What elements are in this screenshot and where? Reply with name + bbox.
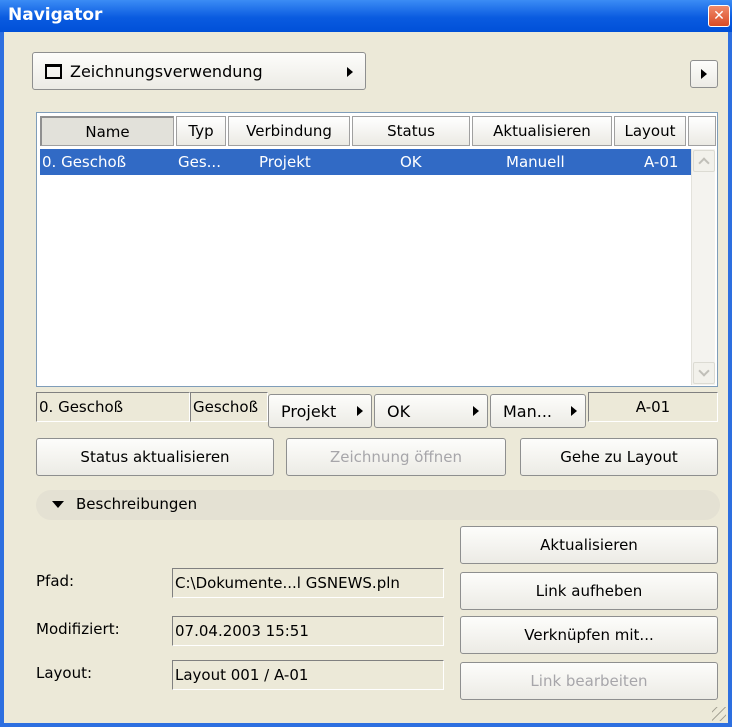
link-with-button[interactable]: Verknüpfen mit... bbox=[460, 616, 718, 654]
arrow-right-icon bbox=[357, 406, 363, 416]
scroll-down-button[interactable] bbox=[693, 362, 715, 384]
column-header-typ[interactable]: Typ bbox=[176, 116, 226, 146]
view-dropdown-label: Zeichnungsverwendung bbox=[70, 61, 263, 81]
column-header-spacer bbox=[688, 116, 716, 146]
more-options-button[interactable] bbox=[690, 60, 718, 88]
unlink-button[interactable]: Link aufheben bbox=[460, 572, 718, 610]
open-drawing-button[interactable]: Zeichnung öffnen bbox=[286, 438, 506, 476]
detail-layout-field: A-01 bbox=[588, 392, 718, 422]
layout-label: Layout: bbox=[36, 664, 93, 682]
arrow-down-icon bbox=[52, 501, 64, 508]
update-button[interactable]: Aktualisieren bbox=[460, 526, 718, 564]
modified-field: 07.04.2003 15:51 bbox=[172, 616, 444, 646]
goto-layout-button[interactable]: Gehe zu Layout bbox=[520, 438, 718, 476]
close-icon: ✕ bbox=[713, 8, 725, 24]
scroll-down-icon bbox=[698, 365, 710, 377]
scroll-up-button[interactable] bbox=[693, 150, 715, 172]
title-bar[interactable]: Navigator ✕ bbox=[0, 0, 732, 32]
descriptions-label: Beschreibungen bbox=[76, 495, 198, 513]
column-header-verbindung[interactable]: Verbindung bbox=[228, 116, 350, 146]
view-dropdown[interactable]: Zeichnungsverwendung bbox=[32, 52, 366, 90]
resize-grip-icon[interactable] bbox=[712, 707, 726, 721]
cell-aktualisieren: Manuell bbox=[506, 153, 565, 171]
path-field: C:\Dokumente...l GSNEWS.pln bbox=[172, 568, 444, 598]
column-header-status[interactable]: Status bbox=[352, 116, 470, 146]
close-button[interactable]: ✕ bbox=[708, 5, 730, 27]
edit-link-button[interactable]: Link bearbeiten bbox=[460, 662, 718, 700]
cell-layout: A-01 bbox=[644, 153, 679, 171]
update-mode-dropdown[interactable]: Man... bbox=[490, 394, 586, 428]
column-header-layout[interactable]: Layout bbox=[614, 116, 686, 146]
scroll-up-icon bbox=[698, 157, 710, 169]
modified-label: Modifiziert: bbox=[36, 620, 120, 638]
arrow-right-icon bbox=[571, 406, 577, 416]
status-update-button[interactable]: Status aktualisieren bbox=[36, 438, 274, 476]
arrow-right-icon bbox=[473, 406, 479, 416]
detail-typ-field: Geschoß bbox=[190, 392, 268, 422]
vertical-scrollbar[interactable] bbox=[691, 149, 715, 385]
detail-name-field: 0. Geschoß bbox=[36, 392, 190, 422]
table-row[interactable]: 0. Geschoß Ges... Projekt OK Manuell A-0… bbox=[40, 149, 691, 175]
layout-field: Layout 001 / A-01 bbox=[172, 660, 444, 690]
arrow-right-icon bbox=[701, 69, 707, 79]
cell-verbindung: Projekt bbox=[259, 153, 311, 171]
cell-status: OK bbox=[400, 153, 422, 171]
status-dropdown[interactable]: OK bbox=[374, 394, 488, 428]
column-header-aktualisieren[interactable]: Aktualisieren bbox=[472, 116, 612, 146]
navigator-window: Navigator ✕ Zeichnungsverwendung Name Ty… bbox=[0, 0, 732, 727]
drawings-table: Name Typ Verbindung Status Aktualisieren… bbox=[36, 112, 718, 387]
window-title: Navigator bbox=[8, 5, 103, 25]
column-header-name[interactable]: Name bbox=[40, 116, 174, 146]
cell-typ: Ges... bbox=[178, 153, 221, 171]
verbindung-dropdown[interactable]: Projekt bbox=[268, 394, 372, 428]
cell-name: 0. Geschoß bbox=[42, 153, 127, 171]
window-icon bbox=[45, 63, 62, 79]
arrow-right-icon bbox=[347, 67, 353, 77]
path-label: Pfad: bbox=[36, 572, 75, 590]
descriptions-section-header[interactable]: Beschreibungen bbox=[36, 490, 720, 520]
